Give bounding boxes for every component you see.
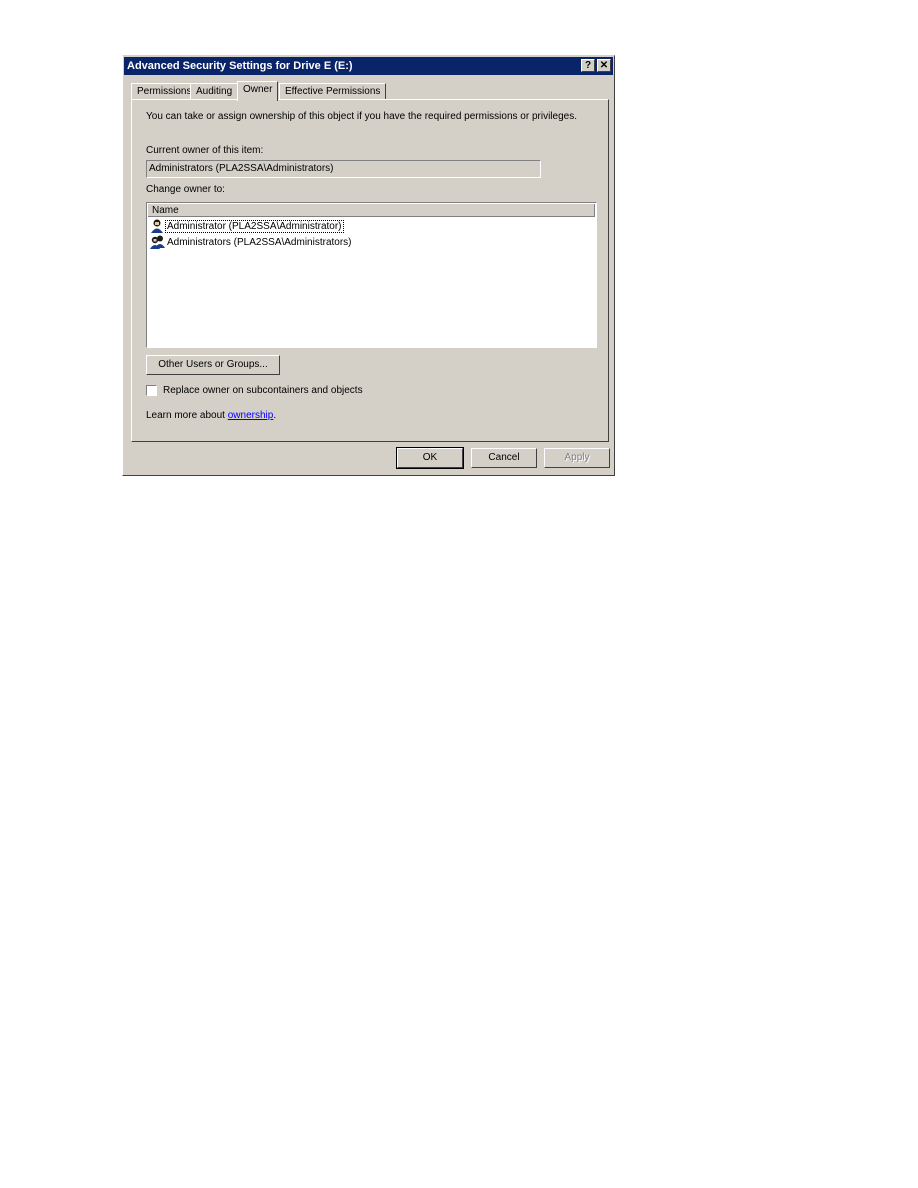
tab-owner[interactable]: Owner	[237, 81, 279, 101]
ok-button[interactable]: OK	[396, 447, 464, 469]
learn-more-prefix: Learn more about	[146, 410, 228, 421]
tab-label: Permissions	[137, 86, 192, 97]
group-icon	[150, 235, 166, 250]
title-bar: Advanced Security Settings for Drive E (…	[124, 57, 613, 75]
list-item-label: Administrator (PLA2SSA\Administrator)	[165, 220, 344, 233]
button-label: OK	[422, 452, 438, 463]
window-title: Advanced Security Settings for Drive E (…	[127, 60, 353, 72]
list-item[interactable]: Administrators (PLA2SSA\Administrators)	[150, 235, 353, 251]
button-label: Cancel	[488, 452, 520, 463]
close-button[interactable]: ✕	[597, 59, 611, 72]
change-owner-list[interactable]: Name Administrator (PLA2SSA\Administrato…	[146, 202, 597, 348]
cancel-button[interactable]: Cancel	[471, 448, 537, 468]
column-header-name[interactable]: Name	[148, 204, 595, 217]
tab-auditing[interactable]: Auditing	[190, 83, 239, 100]
learn-more-suffix: .	[273, 410, 277, 421]
learn-more-text: Learn more about ownership.	[146, 410, 276, 421]
advanced-security-dialog: Advanced Security Settings for Drive E (…	[122, 55, 615, 476]
intro-text: You can take or assign ownership of this…	[146, 111, 577, 122]
tab-permissions[interactable]: Permissions	[131, 83, 198, 100]
tab-label: Effective Permissions	[285, 86, 381, 97]
list-item-label: Administrators (PLA2SSA\Administrators)	[167, 237, 352, 248]
apply-button[interactable]: Apply	[544, 448, 610, 468]
replace-owner-checkbox[interactable]	[146, 385, 157, 396]
replace-owner-label[interactable]: Replace owner on subcontainers and objec…	[163, 385, 363, 396]
user-icon	[150, 219, 166, 234]
tab-label: Auditing	[196, 86, 233, 97]
help-icon: ?	[584, 60, 592, 71]
other-users-or-groups-button[interactable]: Other Users or Groups...	[146, 355, 280, 375]
current-owner-label: Current owner of this item:	[146, 145, 264, 156]
tab-label: Owner	[243, 84, 273, 95]
ownership-link[interactable]: ownership	[228, 410, 274, 421]
list-item[interactable]: Administrator (PLA2SSA\Administrator)	[150, 219, 344, 235]
change-owner-label: Change owner to:	[146, 184, 225, 195]
button-label: Other Users or Groups...	[158, 359, 268, 370]
tab-effective-permissions[interactable]: Effective Permissions	[279, 83, 387, 100]
close-icon: ✕	[599, 60, 609, 71]
help-button[interactable]: ?	[581, 59, 595, 72]
owner-tab-panel: You can take or assign ownership of this…	[131, 99, 609, 442]
button-label: Apply	[564, 452, 590, 463]
current-owner-field: Administrators (PLA2SSA\Administrators)	[146, 160, 541, 178]
